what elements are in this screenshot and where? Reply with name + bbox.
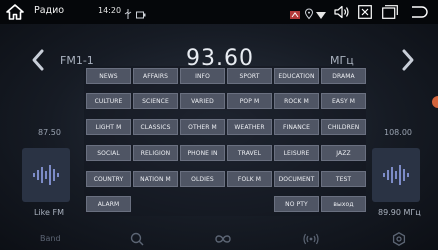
pty-rock-m[interactable]: ROCK M xyxy=(274,93,319,109)
prev-station-icon[interactable] xyxy=(30,48,46,72)
pty-oldies[interactable]: OLDIES xyxy=(180,171,225,187)
pty-nation-m[interactable]: NATION M xyxy=(133,171,178,187)
pty-other-m[interactable]: OTHER M xyxy=(180,119,225,135)
pty-test[interactable]: TEST xyxy=(321,171,366,187)
pty-light-m[interactable]: LIGHT M xyxy=(86,119,131,135)
pty-news[interactable]: NEWS xyxy=(86,68,131,84)
pty-varied[interactable]: VARIED xyxy=(180,93,225,109)
preset-name-right: 89.90 МГц xyxy=(378,208,421,217)
pty-pop-m[interactable]: POP M xyxy=(227,93,272,109)
status-bar: Радио 14:20 xyxy=(0,0,438,24)
max-frequency: 108.00 xyxy=(384,128,412,137)
battery-icon xyxy=(136,11,146,19)
pty-culture[interactable]: CULTURE xyxy=(86,93,131,109)
pty-children[interactable]: CHILDREN xyxy=(321,119,366,135)
window-icon[interactable] xyxy=(382,5,398,19)
app-title: Радио xyxy=(34,5,65,16)
pty-weather[interactable]: WEATHER xyxy=(227,119,272,135)
preset-card-left[interactable] xyxy=(22,148,70,202)
pty-travel[interactable]: TRAVEL xyxy=(227,145,272,161)
pty-classics[interactable]: CLASSICS xyxy=(133,119,178,135)
search-icon[interactable] xyxy=(130,232,144,246)
pty-religion[interactable]: RELIGION xyxy=(133,145,178,161)
waveform-icon xyxy=(33,165,59,185)
pty-science[interactable]: SCIENCE xyxy=(133,93,178,109)
loop-icon[interactable] xyxy=(214,232,232,246)
indicator-dot xyxy=(432,96,438,108)
tab-band[interactable]: Band xyxy=(40,234,61,243)
clock: 14:20 xyxy=(98,6,122,15)
pty-drama[interactable]: DRAMA xyxy=(321,68,366,84)
exit-button[interactable]: выход xyxy=(321,196,366,212)
pty-finance[interactable]: FINANCE xyxy=(274,119,319,135)
pty-leisure[interactable]: LEISURE xyxy=(274,145,319,161)
volume-icon[interactable] xyxy=(334,5,350,19)
preset-card-right[interactable] xyxy=(372,148,420,202)
pty-social[interactable]: SOCIAL xyxy=(86,145,131,161)
pty-folk-m[interactable]: FOLK M xyxy=(227,171,272,187)
next-station-icon[interactable] xyxy=(400,48,416,72)
pty-document[interactable]: DOCUMENT xyxy=(274,171,319,187)
pty-alarm[interactable]: ALARM xyxy=(86,196,131,212)
pty-education[interactable]: EDUCATION xyxy=(274,68,319,84)
location-icon xyxy=(305,8,313,20)
pty-sport[interactable]: SPORT xyxy=(227,68,272,84)
pty-phone-in[interactable]: PHONE IN xyxy=(180,145,225,161)
close-window-icon[interactable] xyxy=(358,5,372,19)
pty-jazz[interactable]: JAZZ xyxy=(321,145,366,161)
bottom-tab-bar: Band xyxy=(0,228,438,250)
pty-info[interactable]: INFO xyxy=(180,68,225,84)
wifi-icon xyxy=(316,12,326,19)
waveform-icon xyxy=(383,165,409,185)
back-icon[interactable] xyxy=(410,5,428,19)
usb-icon xyxy=(124,9,132,19)
pty-selector-panel: NEWS AFFAIRS INFO SPORT EDUCATION DRAMA … xyxy=(84,66,366,216)
min-frequency: 87.50 xyxy=(38,128,61,137)
settings-icon[interactable] xyxy=(392,232,406,246)
pty-affairs[interactable]: AFFAIRS xyxy=(133,68,178,84)
pty-easy-m[interactable]: EASY M xyxy=(321,93,366,109)
radio-signal-icon[interactable] xyxy=(302,232,320,246)
network-icon xyxy=(290,11,300,19)
home-icon[interactable] xyxy=(6,4,24,20)
preset-name-left: Like FM xyxy=(34,208,64,217)
pty-country[interactable]: COUNTRY xyxy=(86,171,131,187)
pty-no-pty[interactable]: NO PTY xyxy=(274,196,319,212)
